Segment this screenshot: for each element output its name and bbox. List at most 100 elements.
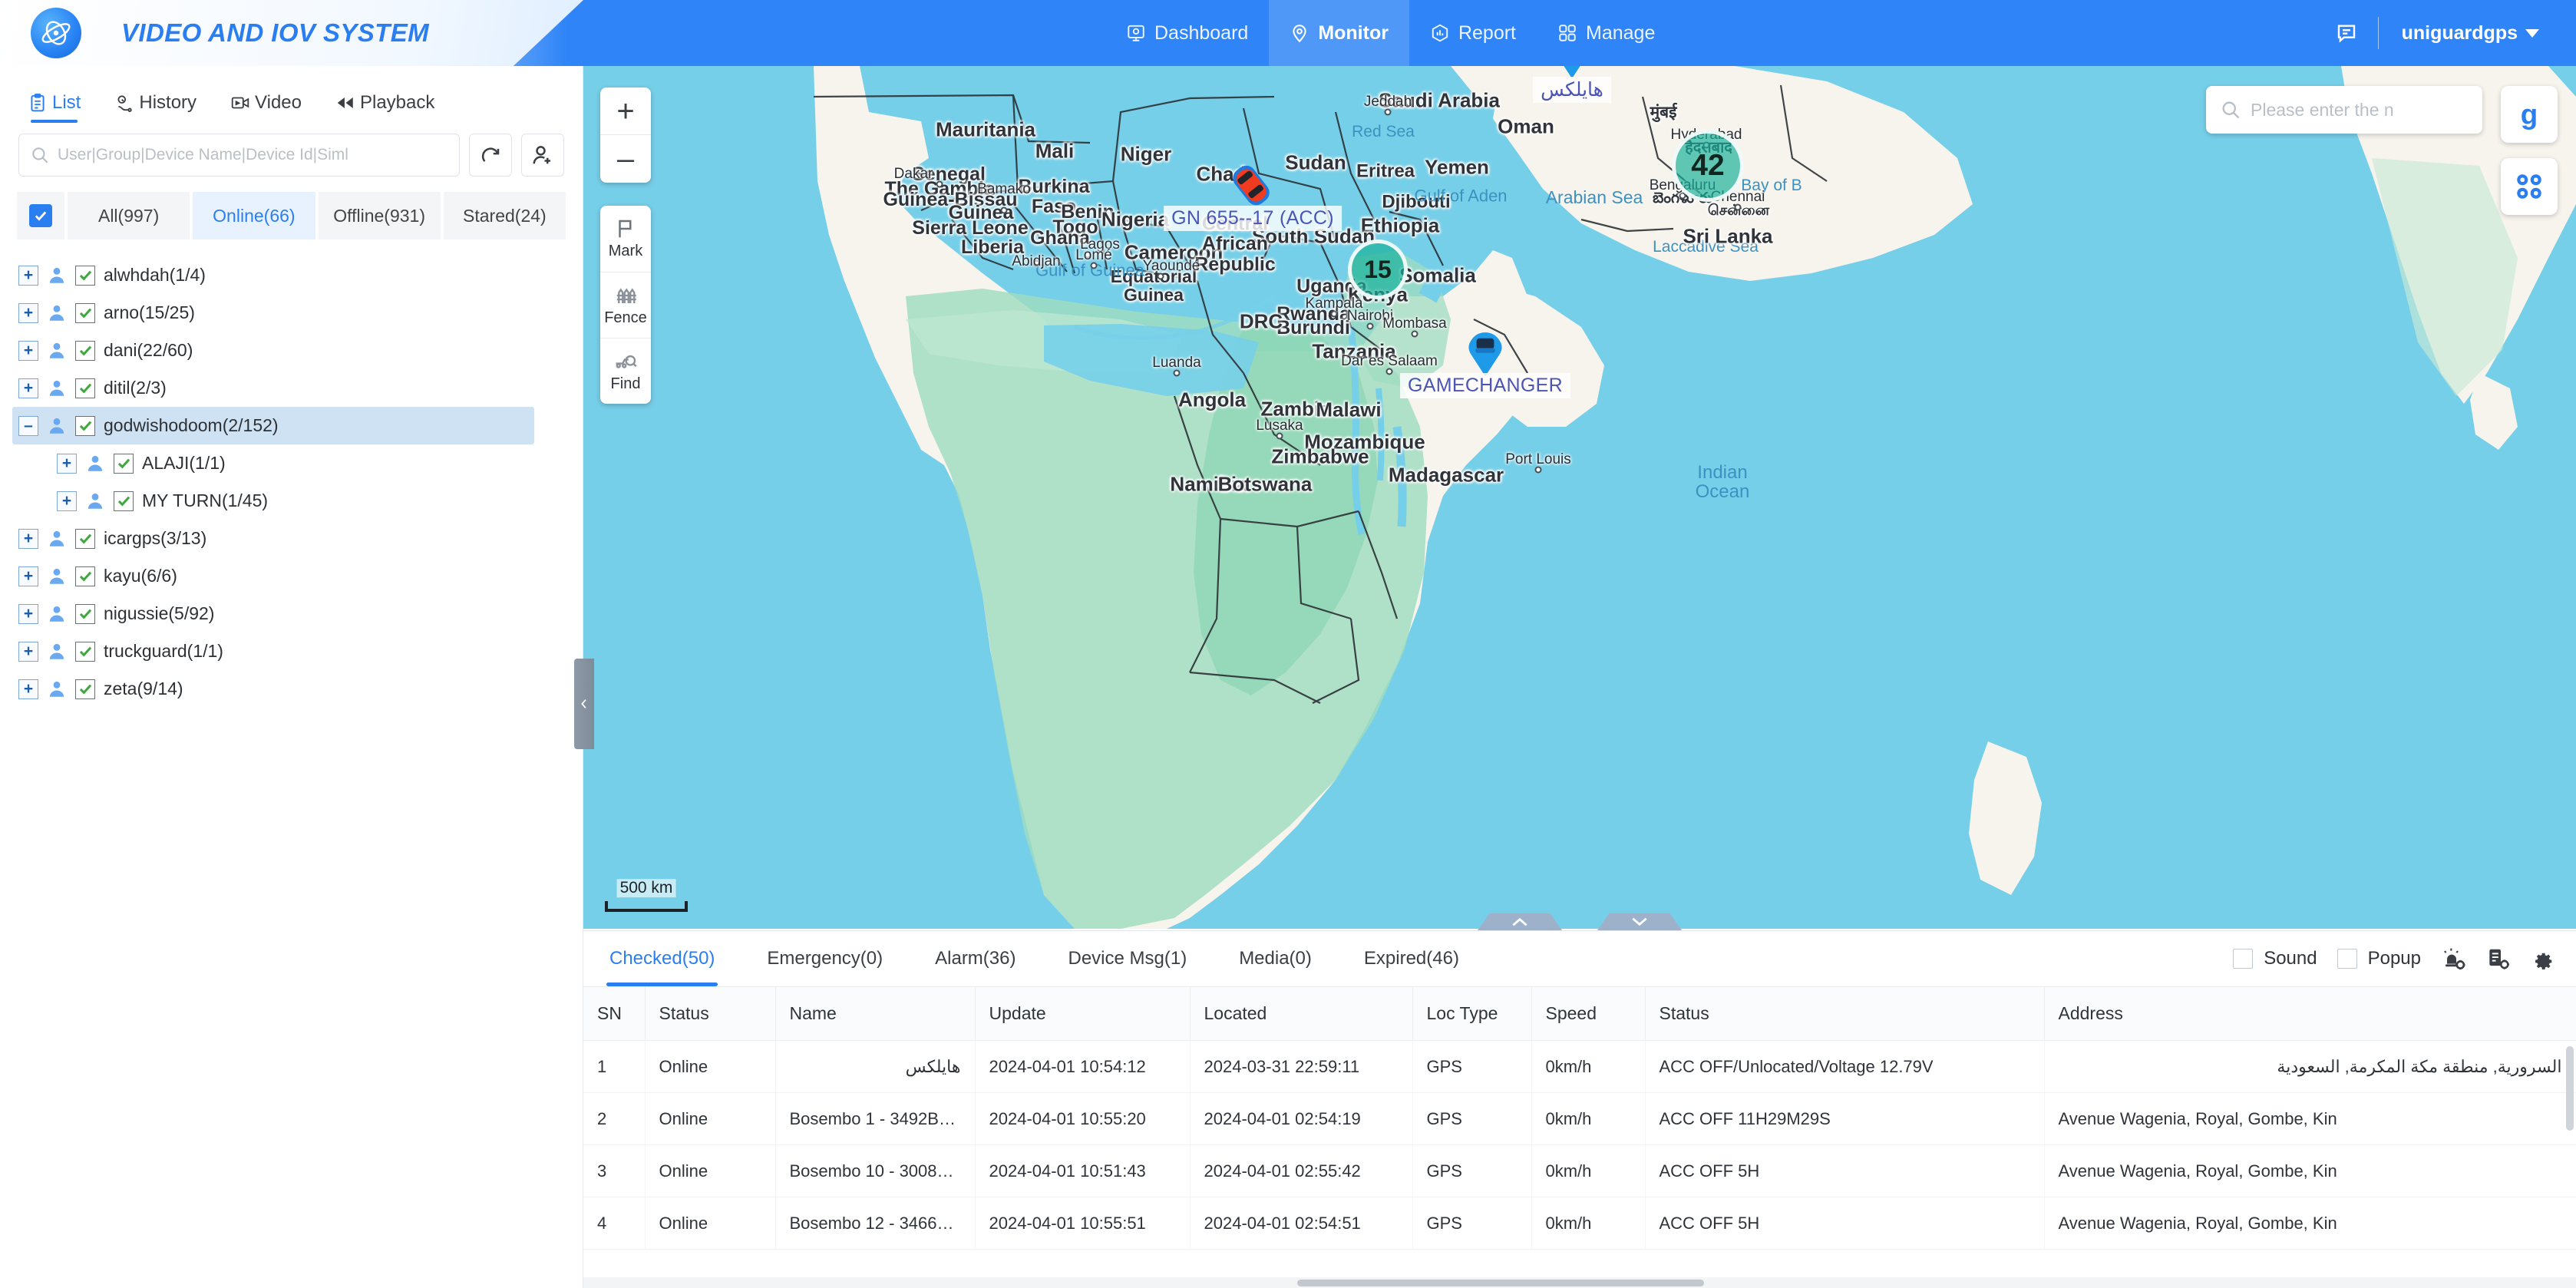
tree-expander[interactable]: +	[18, 528, 38, 549]
filter-stared[interactable]: Stared(24)	[443, 192, 566, 239]
brand-area: VIDEO AND IOV SYSTEM	[0, 0, 583, 66]
map-vehicle-label[interactable]: GAMECHANGER	[1400, 373, 1570, 398]
popup-checkbox[interactable]: Popup	[2337, 948, 2421, 969]
tree-item[interactable]: + dani(22/60)	[12, 332, 583, 369]
bottom-tab[interactable]: Emergency(0)	[741, 931, 909, 986]
map-search-box[interactable]	[2206, 86, 2482, 134]
google-layer-button[interactable]: g	[2501, 86, 2558, 143]
table-column-header[interactable]: Address	[2044, 986, 2576, 1041]
tree-expander[interactable]: +	[18, 641, 38, 662]
report-chart-icon	[1432, 24, 1448, 42]
tab-playback[interactable]: Playback	[319, 92, 451, 123]
nav-monitor[interactable]: Monitor	[1269, 0, 1409, 66]
tree-expander[interactable]: +	[18, 265, 38, 286]
map-vehicle-label[interactable]: هايلكس	[1533, 77, 1611, 103]
tree-expander[interactable]: +	[18, 340, 38, 361]
table-vertical-scrollbar[interactable]	[2566, 1046, 2574, 1131]
select-all-checkbox[interactable]	[17, 192, 64, 239]
table-column-header[interactable]: Loc Type	[1412, 986, 1532, 1041]
filter-all[interactable]: All(997)	[68, 192, 190, 239]
tab-video[interactable]: Video	[213, 92, 319, 123]
map-area[interactable]: Mauritania Mali Niger Chad Sudan Saudi Arabia…	[583, 66, 2576, 929]
layers-grid-button[interactable]	[2501, 158, 2558, 215]
alarm-settings-button[interactable]	[2441, 946, 2465, 971]
tree-item[interactable]: + nigussie(5/92)	[12, 595, 583, 632]
tree-item[interactable]: + MY TURN(1/45)	[12, 482, 583, 520]
table-row[interactable]: 4 Online Bosembo 12 - 3466B... 2024-04-01 1…	[583, 1197, 2576, 1250]
tree-item[interactable]: + truckguard(1/1)	[12, 632, 583, 670]
map-tool-fence[interactable]: Fence	[600, 272, 651, 338]
tree-item[interactable]: + ALAJI(1/1)	[12, 444, 583, 482]
table-row[interactable]: 2 Online Bosembo 1 - 3492BR01 2024-04-01 10…	[583, 1092, 2576, 1145]
tree-item[interactable]: + arno(15/25)	[12, 294, 583, 332]
nav-dashboard[interactable]: Dashboard	[1105, 0, 1269, 66]
zoom-in-button[interactable]: +	[600, 88, 651, 135]
map-city-dot	[1032, 259, 1040, 267]
tree-item[interactable]: + ditil(2/3)	[12, 369, 583, 407]
user-menu[interactable]: uniguardgps	[2379, 22, 2553, 45]
table-header-row: SN Status Name Update Located Loc Type Speed St…	[583, 986, 2576, 1041]
add-user-button[interactable]	[521, 134, 564, 177]
checkbox-checked-icon	[75, 603, 95, 624]
filter-online[interactable]: Online(66)	[193, 192, 315, 239]
gear-icon	[2535, 953, 2552, 969]
tree-expander[interactable]: +	[57, 453, 77, 474]
tree-expander[interactable]: +	[18, 679, 38, 699]
table-column-header[interactable]: Status	[645, 986, 776, 1041]
map-vehicle-label[interactable]: GN 655--17 (ACC)	[1164, 206, 1342, 231]
bottom-tab-actions: Sound Popup	[2233, 931, 2555, 986]
tab-history[interactable]: History	[97, 92, 213, 123]
tree-item[interactable]: – godwishodoom(2/152)	[12, 407, 534, 444]
table-row[interactable]: 3 Online Bosembo 10 - 3008B... 2024-04-01 1…	[583, 1144, 2576, 1197]
settings-button[interactable]	[2530, 946, 2555, 971]
tree-expander[interactable]: +	[18, 378, 38, 398]
sound-checkbox[interactable]: Sound	[2233, 948, 2317, 969]
nav-report[interactable]: Report	[1409, 0, 1537, 66]
refresh-button[interactable]	[469, 134, 512, 177]
table-column-header[interactable]: Name	[775, 986, 976, 1041]
table-column-header[interactable]: Update	[975, 986, 1191, 1041]
sidebar-collapse-handle[interactable]	[574, 659, 594, 749]
bottom-tab[interactable]: Alarm(36)	[909, 931, 1042, 986]
search-box[interactable]	[18, 134, 460, 177]
tree-expander[interactable]: +	[57, 490, 77, 511]
tree-expander[interactable]: –	[18, 415, 38, 436]
scrollbar-thumb[interactable]	[1297, 1280, 1704, 1286]
user-icon	[49, 643, 64, 659]
tab-list[interactable]: List	[11, 92, 97, 123]
map-cluster-bubble[interactable]: 42	[1672, 130, 1744, 202]
splitter-up-button[interactable]	[1478, 913, 1562, 930]
table-column-header[interactable]: SN	[583, 986, 646, 1041]
tree-expander[interactable]: +	[18, 302, 38, 323]
table-column-header[interactable]: Status	[1645, 986, 2045, 1041]
bottom-tab[interactable]: Media(0)	[1213, 931, 1338, 986]
bottom-tab[interactable]: Checked(50)	[583, 931, 741, 986]
bottom-tab[interactable]: Device Msg(1)	[1042, 931, 1213, 986]
bottom-tab[interactable]: Expired(46)	[1338, 931, 1485, 986]
table-cell-device-status: ACC OFF 11H29M29S	[1645, 1092, 2045, 1145]
filter-all-label: All(997)	[97, 205, 160, 226]
tree-item[interactable]: + icargps(3/13)	[12, 520, 583, 557]
tree-item[interactable]: + kayu(6/6)	[12, 557, 583, 595]
splitter-down-button[interactable]	[1597, 913, 1682, 930]
map-tool-find[interactable]: Find	[600, 338, 651, 404]
table-row[interactable]: 1 Online هايلكس 2024-04-01 10:54:12 2024-03-…	[583, 1040, 2576, 1093]
tree-expander[interactable]: +	[18, 603, 38, 624]
message-button[interactable]	[2315, 21, 2378, 45]
map-search-input[interactable]	[2251, 99, 2469, 121]
zoom-out-button[interactable]: –	[600, 135, 651, 183]
map-cluster-bubble[interactable]: 15	[1348, 239, 1408, 299]
tree-item[interactable]: + alwhdah(1/4)	[12, 256, 583, 294]
nav-manage[interactable]: Manage	[1537, 0, 1676, 66]
map-city-dot	[1090, 262, 1098, 269]
tree-item[interactable]: + zeta(9/14)	[12, 670, 583, 708]
map-tool-mark[interactable]: Mark	[600, 206, 651, 272]
truck-blue-icon	[1468, 332, 1502, 377]
tree-expander[interactable]: +	[18, 566, 38, 586]
table-column-header[interactable]: Located	[1190, 986, 1413, 1041]
report-settings-button[interactable]	[2485, 946, 2510, 971]
table-horizontal-scrollbar[interactable]	[583, 1277, 2576, 1288]
table-column-header[interactable]: Speed	[1531, 986, 1646, 1041]
filter-offline[interactable]: Offline(931)	[318, 192, 441, 239]
search-input[interactable]	[58, 146, 448, 164]
